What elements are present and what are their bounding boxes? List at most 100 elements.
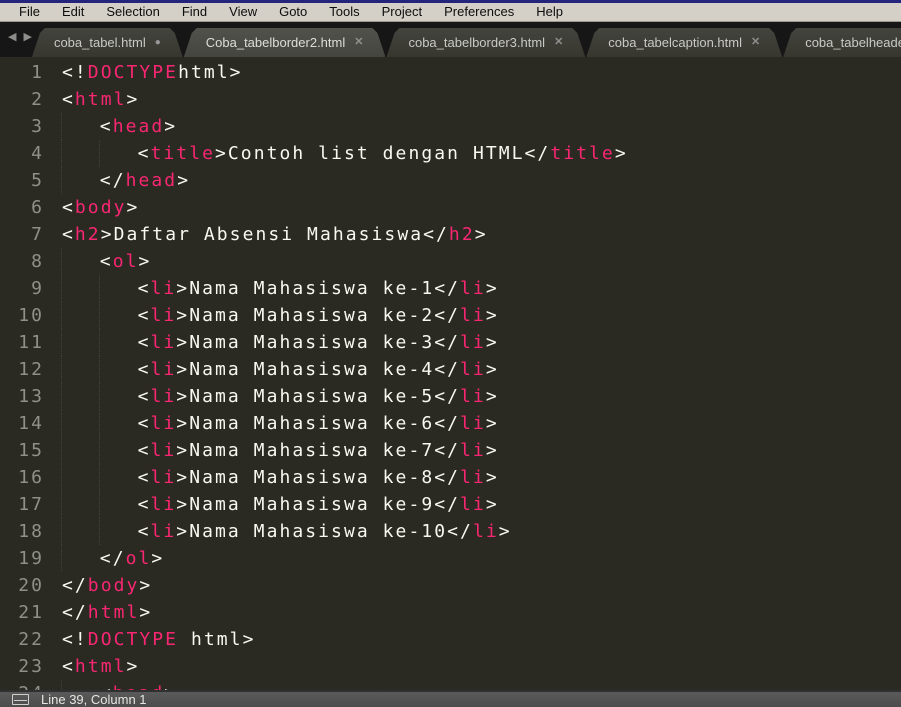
syntax-tag: title: [151, 143, 216, 164]
indent-guide: [61, 437, 100, 464]
tab-3[interactable]: coba_tabelcaption.html✕: [586, 28, 782, 57]
indent-guide: [99, 410, 138, 437]
indent-guide: [61, 680, 100, 690]
menu-item-help[interactable]: Help: [525, 3, 574, 21]
code-line[interactable]: 4<title>Contoh list dengan HTML</title>: [0, 140, 901, 167]
code-line[interactable]: 17<li>Nama Mahasiswa ke-9</li>: [0, 491, 901, 518]
status-bar: Line 39, Column 1: [0, 690, 901, 707]
indent-guide: [61, 518, 100, 545]
code-line[interactable]: 20</body>: [0, 572, 901, 599]
indent-guide: [99, 275, 138, 302]
code-line[interactable]: 5</head>: [0, 167, 901, 194]
code-line[interactable]: 2<html>: [0, 86, 901, 113]
syntax-text: >: [127, 89, 140, 110]
menu-item-view[interactable]: View: [218, 3, 268, 21]
code-line[interactable]: 1<!DOCTYPEhtml>: [0, 59, 901, 86]
code-line[interactable]: 7<h2>Daftar Absensi Mahasiswa</h2>: [0, 221, 901, 248]
syntax-text: <: [62, 89, 75, 110]
indent-guide: [61, 410, 100, 437]
syntax-tag: li: [151, 305, 177, 326]
menu-item-preferences[interactable]: Preferences: [433, 3, 525, 21]
code-text: <li>Nama Mahasiswa ke-5</li>: [44, 383, 499, 410]
syntax-text: <: [138, 386, 151, 407]
syntax-text: >: [151, 548, 164, 569]
tab-scroll-right-icon[interactable]: ▶: [23, 32, 31, 43]
code-text: <li>Nama Mahasiswa ke-7</li>: [44, 437, 499, 464]
syntax-text: >: [139, 251, 152, 272]
code-line[interactable]: 13<li>Nama Mahasiswa ke-5</li>: [0, 383, 901, 410]
menu-item-selection[interactable]: Selection: [95, 3, 170, 21]
line-number: 23: [0, 653, 44, 680]
code-line[interactable]: 22<!DOCTYPE html>: [0, 626, 901, 653]
tab-2[interactable]: coba_tabelborder3.html✕: [386, 28, 585, 57]
indent-guide: [61, 491, 100, 518]
syntax-tag: li: [151, 278, 177, 299]
code-editor[interactable]: 1<!DOCTYPEhtml>2<html>3<head>4<title>Con…: [0, 57, 901, 690]
syntax-text: <: [100, 683, 113, 690]
code-line[interactable]: 12<li>Nama Mahasiswa ke-4</li>: [0, 356, 901, 383]
status-panel-icon[interactable]: [12, 694, 29, 705]
code-line[interactable]: 19</ol>: [0, 545, 901, 572]
close-icon[interactable]: ✕: [354, 37, 363, 48]
code-line[interactable]: 23<html>: [0, 653, 901, 680]
code-line[interactable]: 16<li>Nama Mahasiswa ke-8</li>: [0, 464, 901, 491]
syntax-text: </: [100, 170, 126, 191]
code-line[interactable]: 3<head>: [0, 113, 901, 140]
syntax-tag: title: [550, 143, 615, 164]
line-number: 20: [0, 572, 44, 599]
menu-item-file[interactable]: File: [8, 3, 51, 21]
menu-item-goto[interactable]: Goto: [268, 3, 318, 21]
syntax-tag: head: [113, 116, 165, 137]
line-number: 16: [0, 464, 44, 491]
tab-scroll-left-icon[interactable]: ◀: [8, 32, 16, 43]
indent-guide: [99, 437, 138, 464]
code-line[interactable]: 10<li>Nama Mahasiswa ke-2</li>: [0, 302, 901, 329]
line-number: 10: [0, 302, 44, 329]
syntax-text: <!: [62, 629, 88, 650]
indent-guide: [99, 302, 138, 329]
tab-4[interactable]: coba_tabelheader.html✕: [783, 28, 901, 57]
close-icon[interactable]: ✕: [751, 37, 760, 48]
code-line[interactable]: 24<head>: [0, 680, 901, 690]
code-line[interactable]: 9<li>Nama Mahasiswa ke-1</li>: [0, 275, 901, 302]
line-number: 17: [0, 491, 44, 518]
indent-guide: [99, 356, 138, 383]
indent-guide: [99, 491, 138, 518]
syntax-text: <: [138, 278, 151, 299]
code-line[interactable]: 15<li>Nama Mahasiswa ke-7</li>: [0, 437, 901, 464]
code-text: <li>Nama Mahasiswa ke-2</li>: [44, 302, 499, 329]
code-line[interactable]: 8<ol>: [0, 248, 901, 275]
syntax-text: >Nama Mahasiswa ke-8</: [176, 467, 460, 488]
syntax-text: <: [138, 494, 151, 515]
syntax-tag: li: [460, 305, 486, 326]
syntax-text: >Nama Mahasiswa ke-3</: [176, 332, 460, 353]
tab-0[interactable]: coba_tabel.html●: [32, 28, 183, 57]
syntax-text: >Nama Mahasiswa ke-5</: [176, 386, 460, 407]
syntax-tag: ol: [126, 548, 152, 569]
tab-label: coba_tabel.html: [54, 35, 146, 50]
tab-1[interactable]: Coba_tabelborder2.html✕: [184, 28, 386, 57]
syntax-tag: li: [151, 386, 177, 407]
syntax-tag: li: [460, 413, 486, 434]
code-line[interactable]: 18<li>Nama Mahasiswa ke-10</li>: [0, 518, 901, 545]
syntax-text: html>: [178, 62, 243, 83]
code-line[interactable]: 6<body>: [0, 194, 901, 221]
menu-item-project[interactable]: Project: [371, 3, 433, 21]
close-icon[interactable]: ✕: [554, 37, 563, 48]
line-number: 4: [0, 140, 44, 167]
syntax-tag: DOCTYPE: [88, 62, 178, 83]
syntax-text: >: [127, 197, 140, 218]
syntax-tag: ol: [113, 251, 139, 272]
syntax-text: >Nama Mahasiswa ke-9</: [176, 494, 460, 515]
menu-item-tools[interactable]: Tools: [318, 3, 370, 21]
indent-guide: [61, 113, 100, 140]
menu-item-edit[interactable]: Edit: [51, 3, 95, 21]
menu-item-find[interactable]: Find: [171, 3, 218, 21]
indent-guide: [61, 275, 100, 302]
code-line[interactable]: 21</html>: [0, 599, 901, 626]
code-line[interactable]: 14<li>Nama Mahasiswa ke-6</li>: [0, 410, 901, 437]
code-line[interactable]: 11<li>Nama Mahasiswa ke-3</li>: [0, 329, 901, 356]
syntax-text: <: [62, 197, 75, 218]
indent-guide: [61, 248, 100, 275]
syntax-text: <: [62, 656, 75, 677]
